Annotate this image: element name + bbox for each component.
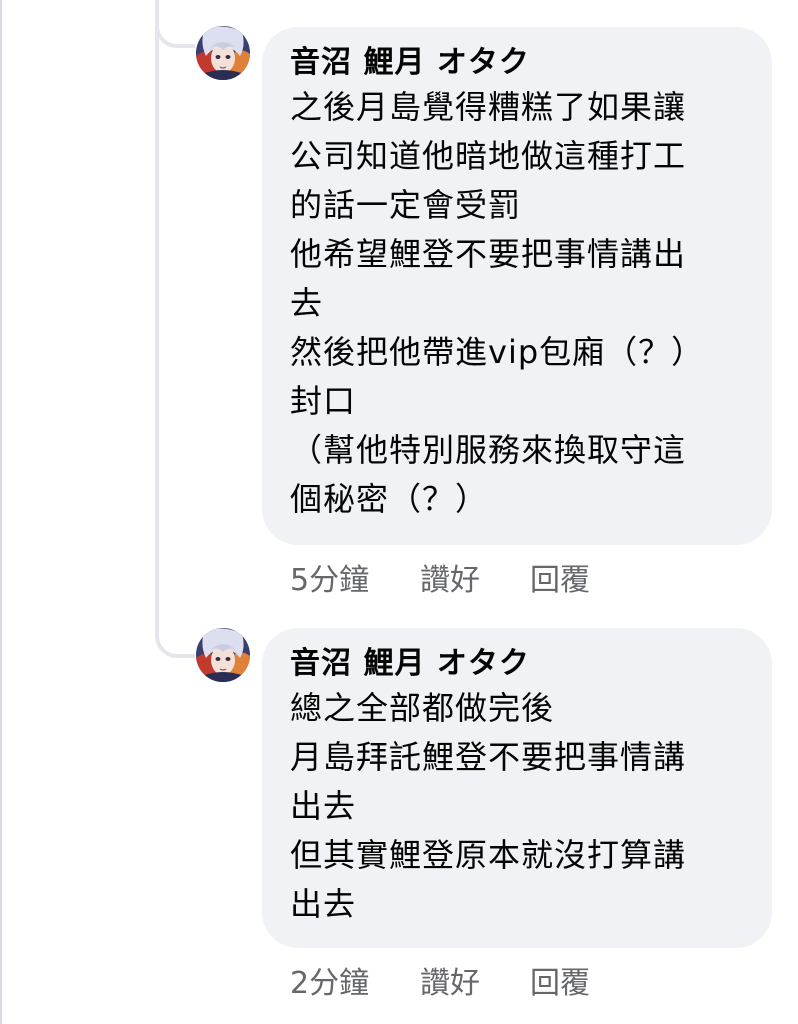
comment-author[interactable]: 音沼 鯉月 オタク [290, 43, 752, 83]
anime-avatar-icon[interactable] [196, 628, 250, 682]
comment-text-line: （幫他特別服務來換取守這 [290, 431, 687, 469]
comment-author[interactable]: 音沼 鯉月 オタク [290, 644, 752, 684]
like-button[interactable]: 讚好 [420, 964, 480, 1004]
reply-button[interactable]: 回覆 [530, 964, 590, 1004]
comment-text-line: 然後把他帶進vip包廂（？） [290, 333, 705, 371]
comment-timestamp[interactable]: 5分鐘 [290, 561, 369, 601]
comment-text-line: 的話一定會受罰 [290, 186, 522, 224]
comment-text-line: 去 [290, 284, 324, 322]
comment-text-line: 但其實鯉登原本就沒打算講 [290, 836, 687, 874]
comment-text-line: 個秘密（？） [290, 480, 489, 518]
comment-timestamp[interactable]: 2分鐘 [290, 964, 369, 1004]
comment-text-line: 公司知道他暗地做這種打工 [290, 137, 687, 175]
comment-text-line: 出去 [290, 885, 357, 923]
thread-branch-connector [155, 22, 195, 48]
comment-text-line: 封口 [290, 382, 357, 420]
comment-bubble: 音沼 鯉月 オタク 總之全部都做完後 月島拜託鯉登不要把事情講 出去 但其實鯉登… [262, 628, 772, 948]
thread-branch-connector [155, 632, 195, 658]
anime-avatar-icon[interactable] [196, 26, 250, 80]
like-button[interactable]: 讚好 [420, 561, 480, 601]
comment-text-line: 他希望鯉登不要把事情講出 [290, 235, 687, 273]
comment-text-line: 出去 [290, 787, 357, 825]
comment-text-line: 總之全部都做完後 [290, 689, 555, 727]
comment-bubble: 音沼 鯉月 オタク 之後月島覺得糟糕了如果讓 公司知道他暗地做這種打工 的話一定… [262, 27, 772, 545]
thread-connector-line [155, 0, 159, 636]
comment-text-line: 之後月島覺得糟糕了如果讓 [290, 88, 687, 126]
window-edge [0, 0, 2, 1024]
comment-text-line: 月島拜託鯉登不要把事情講 [290, 738, 687, 776]
reply-button[interactable]: 回覆 [530, 561, 590, 601]
